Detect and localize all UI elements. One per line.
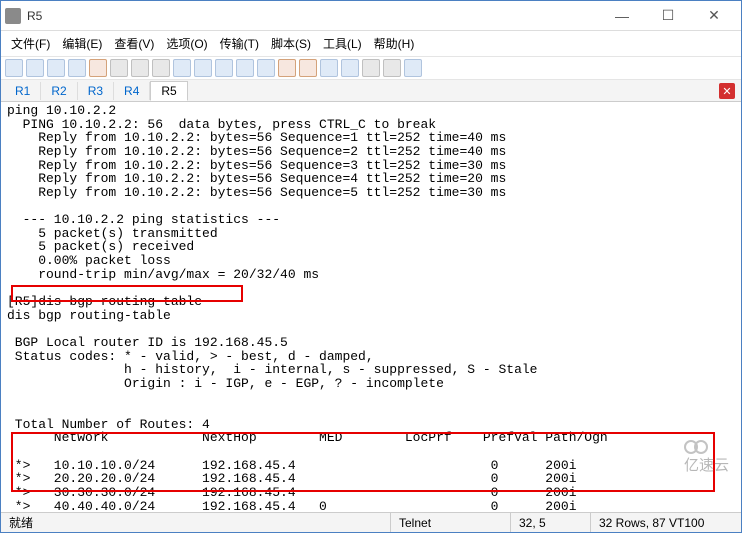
tool-tile-icon[interactable] (362, 59, 380, 77)
menu-bar: 文件(F) 编辑(E) 查看(V) 选项(O) 传输(T) 脚本(S) 工具(L… (1, 31, 741, 57)
status-term: 32 Rows, 87 VT100 (591, 513, 741, 532)
titlebar: R5 — ☐ ✕ (1, 1, 741, 31)
tool-copy-icon[interactable] (110, 59, 128, 77)
app-window: R5 — ☐ ✕ 文件(F) 编辑(E) 查看(V) 选项(O) 传输(T) 脚… (0, 0, 742, 533)
tool-cancel-icon[interactable] (89, 59, 107, 77)
terminal-output[interactable]: ping 10.10.2.2 PING 10.10.2.2: 56 data b… (1, 102, 741, 512)
tab-r1[interactable]: R1 (5, 82, 41, 100)
status-connection: Telnet (391, 513, 511, 532)
tool-paste-icon[interactable] (131, 59, 149, 77)
tab-r4[interactable]: R4 (114, 82, 150, 100)
tool-find-icon[interactable] (152, 59, 170, 77)
terminal-text: ping 10.10.2.2 PING 10.10.2.2: 56 data b… (7, 104, 735, 512)
tab-r5[interactable]: R5 (150, 81, 187, 101)
tool-options-icon[interactable] (194, 59, 212, 77)
tool-transfer-icon[interactable] (257, 59, 275, 77)
tool-stop-icon[interactable] (299, 59, 317, 77)
status-cursor: 32, 5 (511, 513, 591, 532)
menu-tools[interactable]: 工具(L) (319, 33, 366, 54)
tool-session-icon[interactable] (215, 59, 233, 77)
tool-reconnect-icon[interactable] (68, 59, 86, 77)
tool-cascade-icon[interactable] (383, 59, 401, 77)
tab-r2[interactable]: R2 (41, 82, 77, 100)
tool-print-icon[interactable] (173, 59, 191, 77)
tool-keymap-icon[interactable] (341, 59, 359, 77)
tab-r3[interactable]: R3 (78, 82, 114, 100)
tool-log-icon[interactable] (236, 59, 254, 77)
tool-record-icon[interactable] (278, 59, 296, 77)
menu-edit[interactable]: 编辑(E) (58, 33, 106, 54)
status-bar: 就绪 Telnet 32, 5 32 Rows, 87 VT100 (1, 512, 741, 532)
menu-view[interactable]: 查看(V) (110, 33, 158, 54)
status-ready: 就绪 (1, 513, 391, 532)
tool-connect-icon[interactable] (5, 59, 23, 77)
tab-close-button[interactable]: ✕ (719, 83, 735, 99)
tab-bar: R1 R2 R3 R4 R5 ✕ (1, 80, 741, 102)
window-title: R5 (27, 9, 599, 23)
close-button[interactable]: ✕ (691, 1, 737, 31)
tool-script-icon[interactable] (320, 59, 338, 77)
app-icon (5, 8, 21, 24)
tool-help-icon[interactable] (404, 59, 422, 77)
toolbar (1, 57, 741, 80)
tool-disconnect-icon[interactable] (47, 59, 65, 77)
menu-file[interactable]: 文件(F) (7, 33, 54, 54)
menu-transfer[interactable]: 传输(T) (216, 33, 263, 54)
menu-script[interactable]: 脚本(S) (267, 33, 315, 54)
menu-options[interactable]: 选项(O) (162, 33, 211, 54)
tool-quickconnect-icon[interactable] (26, 59, 44, 77)
minimize-button[interactable]: — (599, 1, 645, 31)
maximize-button[interactable]: ☐ (645, 1, 691, 31)
menu-help[interactable]: 帮助(H) (370, 33, 419, 54)
